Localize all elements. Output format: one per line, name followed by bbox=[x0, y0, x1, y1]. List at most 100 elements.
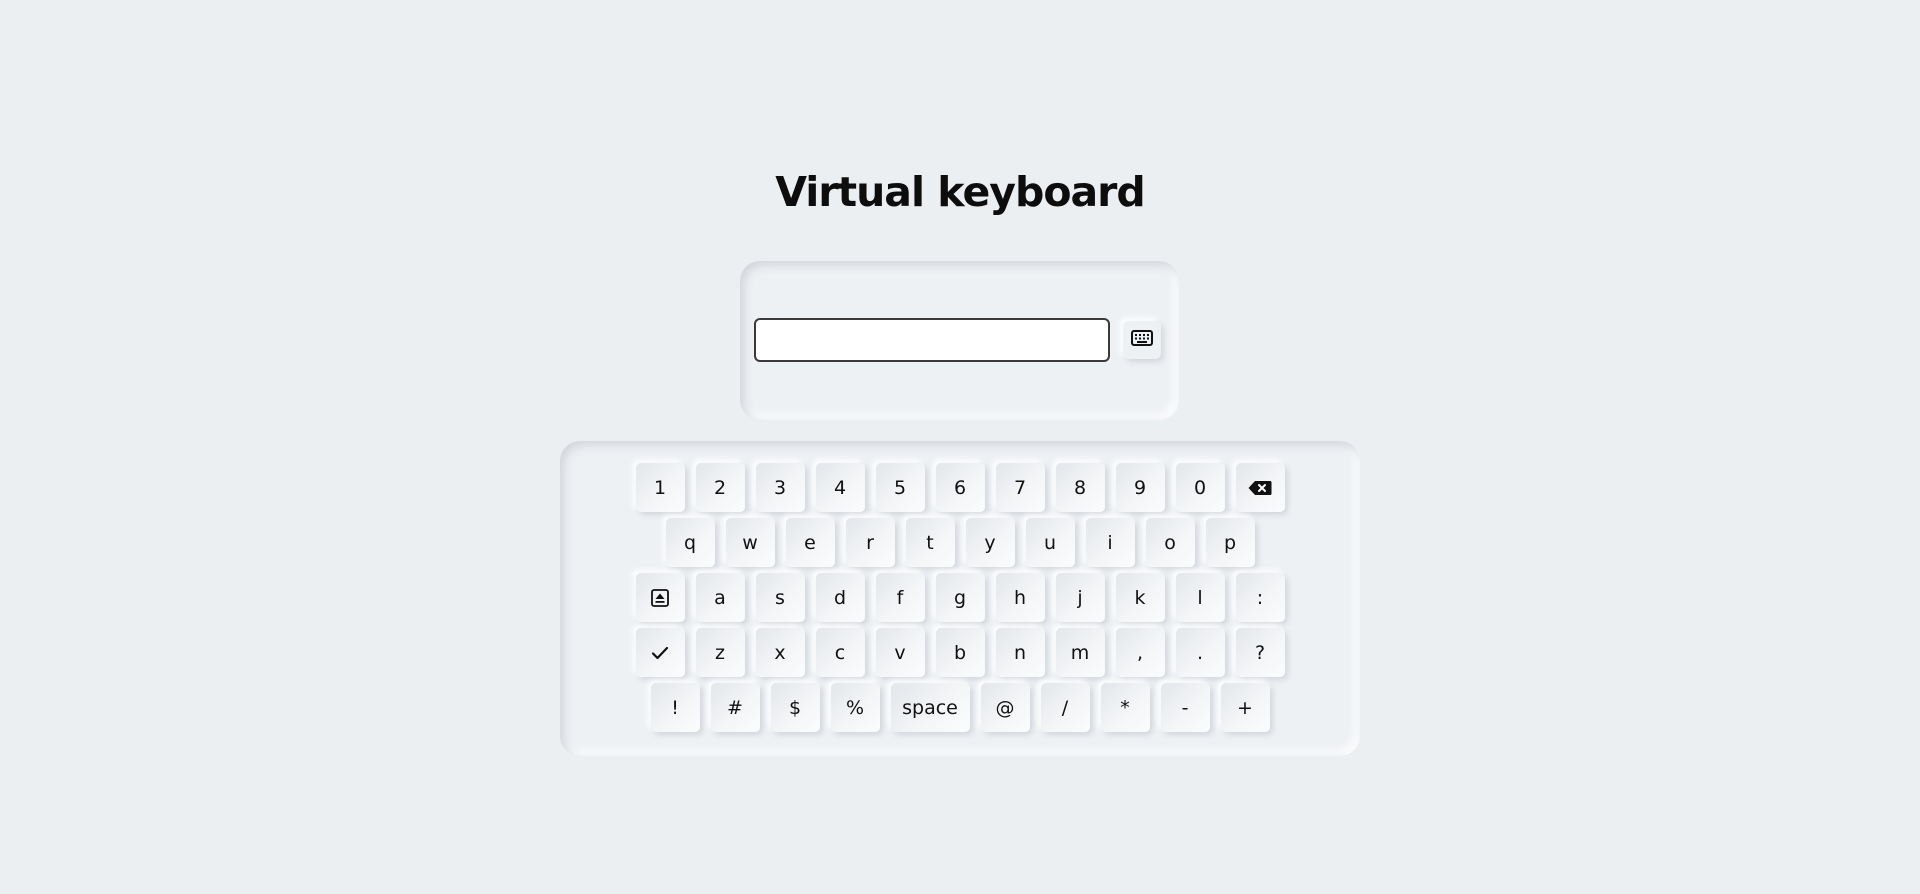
key-n[interactable]: n bbox=[995, 628, 1045, 677]
key-label: 9 bbox=[1133, 476, 1147, 499]
key-hash[interactable]: # bbox=[710, 683, 760, 732]
key-minus[interactable]: - bbox=[1160, 683, 1210, 732]
key-label: 1 bbox=[653, 476, 667, 499]
key-space[interactable]: space bbox=[890, 683, 970, 732]
text-input[interactable] bbox=[754, 318, 1110, 362]
key-label: g bbox=[953, 586, 967, 609]
key-o[interactable]: o bbox=[1145, 518, 1195, 567]
key-label: % bbox=[845, 696, 865, 719]
key-x[interactable]: x bbox=[755, 628, 805, 677]
key-label: z bbox=[715, 641, 725, 664]
key-period[interactable]: . bbox=[1175, 628, 1225, 677]
keyboard-row: a s d f g h j k l: bbox=[560, 573, 1360, 622]
key-question-mark[interactable]: ? bbox=[1235, 628, 1285, 677]
key-label: w bbox=[742, 531, 758, 554]
key-exclamation[interactable]: ! bbox=[650, 683, 700, 732]
caps-lock-key[interactable] bbox=[635, 573, 685, 622]
key-label: 7 bbox=[1013, 476, 1027, 499]
key-label: h bbox=[1013, 586, 1027, 609]
key-5[interactable]: 5 bbox=[875, 463, 925, 512]
key-k[interactable]: k bbox=[1115, 573, 1165, 622]
key-r[interactable]: r bbox=[845, 518, 895, 567]
key-s[interactable]: s bbox=[755, 573, 805, 622]
key-label: 8 bbox=[1073, 476, 1087, 499]
keyboard-row: ! # $% space @ / * - + bbox=[560, 683, 1360, 732]
key-label: k bbox=[1134, 586, 1146, 609]
keyboard-row: z x c v b n m,.? bbox=[560, 628, 1360, 677]
key-6[interactable]: 6 bbox=[935, 463, 985, 512]
key-label: o bbox=[1164, 531, 1176, 554]
key-9[interactable]: 9 bbox=[1115, 463, 1165, 512]
key-label: f bbox=[896, 586, 904, 609]
key-0[interactable]: 0 bbox=[1175, 463, 1225, 512]
key-label: j bbox=[1077, 586, 1083, 609]
key-percent[interactable]: % bbox=[830, 683, 880, 732]
key-e[interactable]: e bbox=[785, 518, 835, 567]
key-7[interactable]: 7 bbox=[995, 463, 1045, 512]
key-label: c bbox=[834, 641, 846, 664]
key-label: / bbox=[1061, 696, 1069, 719]
key-g[interactable]: g bbox=[935, 573, 985, 622]
key-label: r bbox=[866, 531, 874, 554]
key-d[interactable]: d bbox=[815, 573, 865, 622]
key-label: a bbox=[714, 586, 726, 609]
caps-lock-icon bbox=[651, 588, 669, 607]
key-3[interactable]: 3 bbox=[755, 463, 805, 512]
key-1[interactable]: 1 bbox=[635, 463, 685, 512]
key-2[interactable]: 2 bbox=[695, 463, 745, 512]
key-t[interactable]: t bbox=[905, 518, 955, 567]
key-p[interactable]: p bbox=[1205, 518, 1255, 567]
key-b[interactable]: b bbox=[935, 628, 985, 677]
key-label: i bbox=[1107, 531, 1113, 554]
keyboard-row: 1 2 3 4 5 6 7 8 9 0 bbox=[560, 463, 1360, 512]
key-label: 5 bbox=[893, 476, 907, 499]
key-label: t bbox=[926, 531, 934, 554]
key-f[interactable]: f bbox=[875, 573, 925, 622]
page-title: Virtual keyboard bbox=[775, 168, 1146, 216]
key-label: : bbox=[1256, 586, 1264, 609]
key-w[interactable]: w bbox=[725, 518, 775, 567]
keyboard-toggle-button[interactable] bbox=[1123, 321, 1161, 359]
key-colon[interactable]: : bbox=[1235, 573, 1285, 622]
key-label: q bbox=[683, 531, 697, 554]
key-label: ? bbox=[1254, 641, 1266, 664]
key-label: 3 bbox=[773, 476, 787, 499]
key-dollar[interactable]: $ bbox=[770, 683, 820, 732]
checkmark-key[interactable] bbox=[635, 628, 685, 677]
key-j[interactable]: j bbox=[1055, 573, 1105, 622]
backspace-key[interactable] bbox=[1235, 463, 1285, 512]
key-at[interactable]: @ bbox=[980, 683, 1030, 732]
key-label: # bbox=[727, 696, 743, 719]
key-plus[interactable]: + bbox=[1220, 683, 1270, 732]
key-u[interactable]: u bbox=[1025, 518, 1075, 567]
key-label: 6 bbox=[953, 476, 967, 499]
key-label: 4 bbox=[833, 476, 847, 499]
key-label: m bbox=[1070, 641, 1090, 664]
key-l[interactable]: l bbox=[1175, 573, 1225, 622]
key-label: n bbox=[1013, 641, 1027, 664]
key-a[interactable]: a bbox=[695, 573, 745, 622]
key-c[interactable]: c bbox=[815, 628, 865, 677]
key-h[interactable]: h bbox=[995, 573, 1045, 622]
key-label: y bbox=[984, 531, 996, 554]
key-slash[interactable]: / bbox=[1040, 683, 1090, 732]
key-m[interactable]: m bbox=[1055, 628, 1105, 677]
key-asterisk[interactable]: * bbox=[1100, 683, 1150, 732]
key-comma[interactable]: , bbox=[1115, 628, 1165, 677]
keyboard-icon bbox=[1131, 330, 1153, 350]
key-i[interactable]: i bbox=[1085, 518, 1135, 567]
key-label: ! bbox=[671, 696, 679, 719]
input-panel bbox=[740, 261, 1179, 420]
key-label: 2 bbox=[713, 476, 727, 499]
key-8[interactable]: 8 bbox=[1055, 463, 1105, 512]
key-z[interactable]: z bbox=[695, 628, 745, 677]
key-v[interactable]: v bbox=[875, 628, 925, 677]
key-y[interactable]: y bbox=[965, 518, 1015, 567]
key-4[interactable]: 4 bbox=[815, 463, 865, 512]
key-label: space bbox=[902, 696, 958, 719]
checkmark-icon bbox=[651, 646, 669, 660]
key-label: , bbox=[1136, 641, 1144, 664]
key-label: p bbox=[1223, 531, 1237, 554]
key-label: * bbox=[1120, 696, 1130, 719]
key-q[interactable]: q bbox=[665, 518, 715, 567]
